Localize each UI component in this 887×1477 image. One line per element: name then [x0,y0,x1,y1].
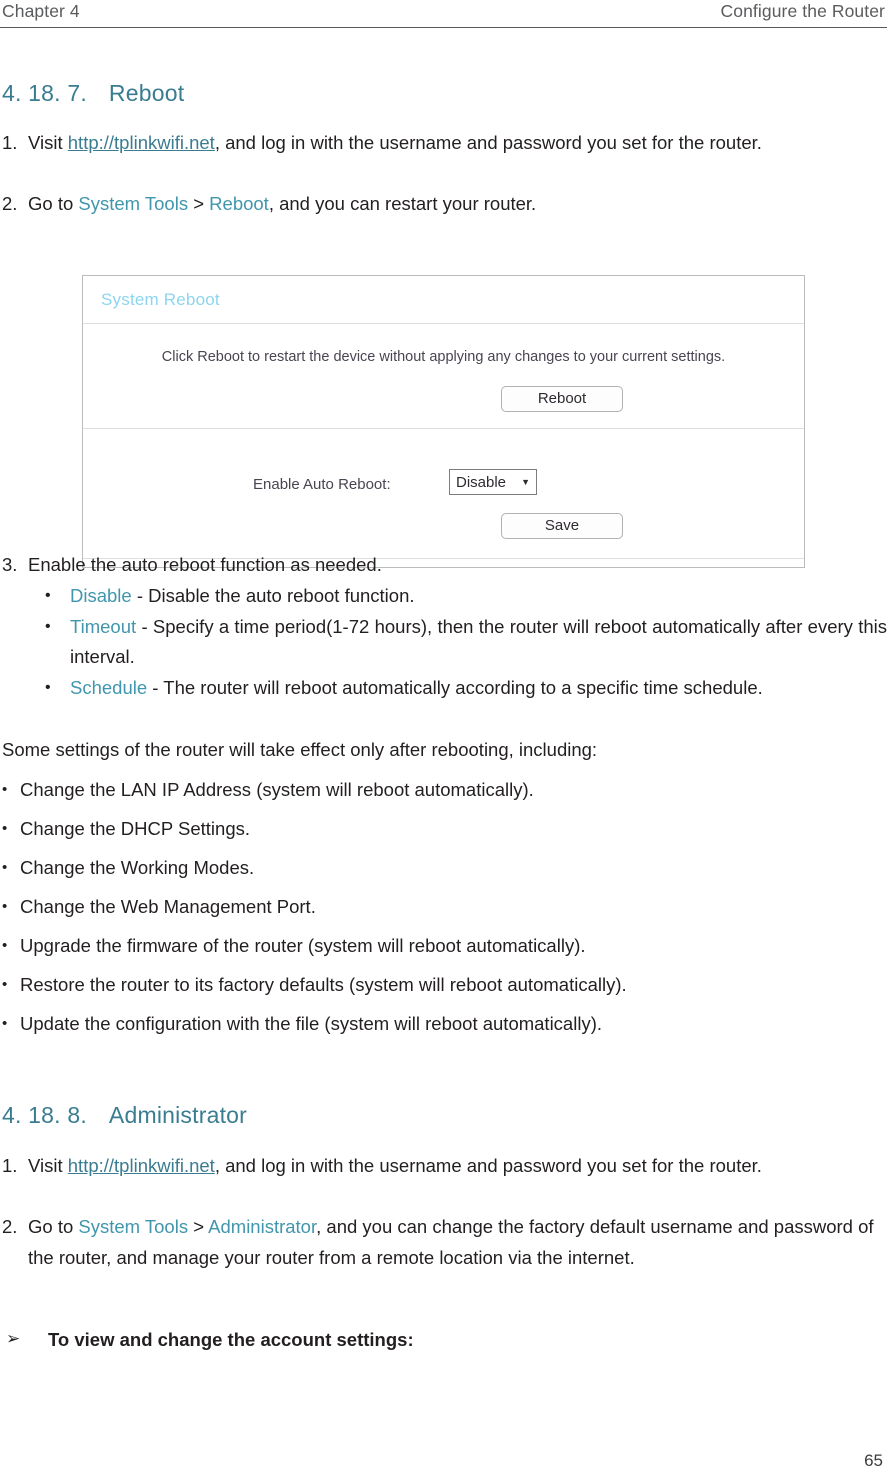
reboot-step-2-post: , and you can restart your router. [268,193,537,214]
section-label: Configure the Router [720,1,885,21]
list-item: • Timeout - Specify a time period(1-72 h… [40,612,887,673]
admin-subheading: ➢ To view and change the account setting… [6,1325,876,1356]
reboot-step-1-marker: 1. [2,132,18,153]
admin-step-2: 2. Go to System Tools > Administrator, a… [2,1212,885,1273]
note-item-6: • Update the configuration with the file… [2,1009,602,1040]
list-item: • Schedule - The router will reboot auto… [40,673,887,704]
router-reboot-button[interactable]: Reboot [501,386,623,412]
bullet-dot-icon: • [2,898,8,915]
heading-reboot-title: Reboot [108,80,185,106]
admin-step-2-body: Go to System Tools > Administrator, and … [28,1212,885,1273]
heading-reboot-number: 4. 18. 7. [2,80,87,106]
router-save-button[interactable]: Save [501,513,623,539]
bullet-dot-icon: • [45,587,51,604]
nav-reboot: Reboot [209,193,269,214]
running-header: Chapter 4 Configure the Router [0,0,887,28]
reboot-options-list: • Disable - Disable the auto reboot func… [40,581,887,703]
admin-step-1-post: , and log in with the username and passw… [214,1155,762,1176]
router-ui-auto-reboot-section: Enable Auto Reboot: Disable ▼ Save [83,429,804,559]
admin-step-1-pre: Visit [28,1155,68,1176]
bullet-dot-icon: • [2,820,8,837]
note-item-5-text: Restore the router to its factory defaul… [20,974,627,995]
admin-step-1-body: Visit http://tplinkwifi.net, and log in … [28,1151,885,1182]
router-ui-reboot-section: Click Reboot to restart the device witho… [83,324,804,429]
router-ui-description: Click Reboot to restart the device witho… [161,349,726,365]
note-item-5: • Restore the router to its factory defa… [2,970,627,1001]
note-item-3-text: Change the Web Management Port. [20,896,316,917]
reboot-step-2: 2. Go to System Tools > Reboot, and you … [2,189,885,220]
option-term-disable: Disable [70,585,132,606]
reboot-step-2-marker: 2. [2,193,18,214]
reboot-step-1-pre: Visit [28,132,68,153]
reboot-note-intro: Some settings of the router will take ef… [2,739,598,760]
reboot-step-3-body: Enable the auto reboot function as neede… [28,554,382,575]
chevron-down-icon: ▼ [521,477,530,487]
router-ui-titlebar: System Reboot [83,276,804,324]
heading-administrator-title: Administrator [108,1102,248,1128]
note-item-0-text: Change the LAN IP Address (system will r… [20,779,534,800]
option-term-schedule: Schedule [70,676,148,698]
reboot-step-2-pre: Go to [28,193,79,214]
enable-auto-reboot-label: Enable Auto Reboot: [253,476,391,493]
reboot-step-3-marker: 3. [2,554,18,575]
tplinkwifi-link[interactable]: http://tplinkwifi.net [68,1155,215,1176]
nav-administrator: Administrator [208,1216,317,1237]
list-item: • Disable - Disable the auto reboot func… [40,581,887,612]
admin-step-2-pre: Go to [28,1216,79,1237]
bullet-dot-icon: • [2,781,8,798]
note-item-4: • Upgrade the firmware of the router (sy… [2,931,586,962]
router-ui-screenshot: System Reboot Click Reboot to restart th… [82,275,805,568]
reboot-step-1-post: , and log in with the username and passw… [214,132,762,153]
admin-subheading-text: To view and change the account settings: [48,1329,414,1350]
heading-reboot: 4. 18. 7. Reboot [2,78,184,108]
option-desc-timeout: - Specify a time period(1-72 hours), the… [70,615,887,668]
heading-administrator: 4. 18. 8. Administrator [2,1100,247,1130]
option-desc-disable: - Disable the auto reboot function. [131,585,415,606]
note-item-4-text: Upgrade the firmware of the router (syst… [20,935,586,956]
auto-reboot-select-value: Disable [456,473,507,491]
option-term-timeout: Timeout [70,615,137,637]
bullet-dot-icon: • [2,1015,8,1032]
reboot-step-2-sep: > [188,193,210,214]
note-item-1: • Change the DHCP Settings. [2,814,250,845]
page-number: 65 [864,1451,883,1470]
bullet-dot-icon: • [45,678,51,696]
admin-step-2-sep: > [188,1216,209,1237]
nav-system-tools: System Tools [78,193,189,214]
reboot-step-2-body: Go to System Tools > Reboot, and you can… [28,189,885,220]
note-item-2-text: Change the Working Modes. [20,857,255,878]
router-ui-title: System Reboot [101,289,220,309]
tplinkwifi-link[interactable]: http://tplinkwifi.net [68,132,215,153]
reboot-step-1-body: Visit http://tplinkwifi.net, and log in … [28,128,885,159]
chapter-label: Chapter 4 [2,1,80,21]
reboot-step-1: 1. Visit http://tplinkwifi.net, and log … [2,128,885,159]
admin-step-2-marker: 2. [2,1216,18,1237]
note-item-0: • Change the LAN IP Address (system will… [2,775,534,806]
document-page: Chapter 4 Configure the Router 4. 18. 7.… [0,0,887,1477]
note-item-2: • Change the Working Modes. [2,853,254,884]
bullet-dot-icon: • [2,859,8,876]
note-item-1-text: Change the DHCP Settings. [20,818,251,839]
bullet-dot-icon: • [45,617,51,635]
admin-step-1: 1. Visit http://tplinkwifi.net, and log … [2,1151,885,1182]
auto-reboot-select[interactable]: Disable ▼ [449,469,537,495]
note-item-3: • Change the Web Management Port. [2,892,316,923]
admin-step-1-marker: 1. [2,1155,18,1176]
heading-administrator-number: 4. 18. 8. [2,1102,87,1128]
reboot-step-3: 3. Enable the auto reboot function as ne… [2,550,885,581]
option-desc-schedule: - The router will reboot automatically a… [147,676,763,698]
bullet-dot-icon: • [2,976,8,993]
bullet-dot-icon: • [2,937,8,954]
arrow-right-icon: ➢ [6,1329,21,1348]
nav-system-tools: System Tools [78,1216,189,1237]
note-item-6-text: Update the configuration with the file (… [20,1013,602,1034]
